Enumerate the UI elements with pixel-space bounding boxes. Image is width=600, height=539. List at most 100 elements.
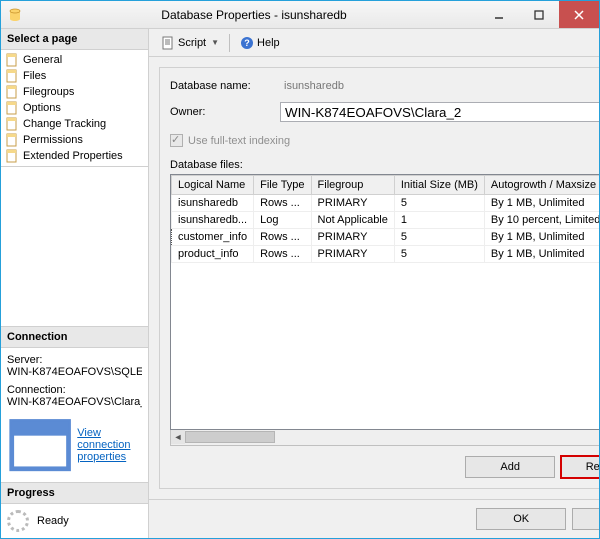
files-grid-wrap: Logical Name File Type Filegroup Initial… xyxy=(170,174,599,446)
sidebar-page-item[interactable]: Files xyxy=(1,68,148,84)
toolbar: Script ▼ ? Help xyxy=(149,29,599,57)
table-cell[interactable]: isunsharedb... xyxy=(172,212,254,229)
table-cell[interactable]: isunsharedb xyxy=(172,195,254,212)
scroll-thumb[interactable] xyxy=(185,431,275,443)
add-button[interactable]: Add xyxy=(465,456,555,478)
table-row[interactable]: isunsharedbRows ...PRIMARY5By 1 MB, Unli… xyxy=(172,195,600,212)
col-autogrowth[interactable]: Autogrowth / Maxsize xyxy=(484,176,599,195)
col-initial-size[interactable]: Initial Size (MB) xyxy=(394,176,484,195)
ok-button[interactable]: OK xyxy=(476,508,566,530)
table-row[interactable]: isunsharedb...LogNot Applicable1By 10 pe… xyxy=(172,212,600,229)
svg-text:?: ? xyxy=(244,38,250,48)
page-icon xyxy=(5,69,19,83)
fulltext-checkbox xyxy=(170,134,183,147)
table-row[interactable]: customer_infoRows ...PRIMARY5By 1 MB, Un… xyxy=(172,229,600,246)
col-file-type[interactable]: File Type xyxy=(254,176,311,195)
connection-value: WIN-K874EOAFOVS\Clara_2 xyxy=(7,396,142,408)
dialog-body: Select a page General Files Filegroups Opti… xyxy=(1,29,599,538)
content-area: Database name: isunsharedb Owner: ... Us… xyxy=(149,57,599,499)
table-cell[interactable]: PRIMARY xyxy=(311,246,394,263)
page-icon xyxy=(5,85,19,99)
table-cell[interactable]: PRIMARY xyxy=(311,229,394,246)
help-button[interactable]: ? Help xyxy=(236,34,284,52)
sidebar-page-item[interactable]: Change Tracking xyxy=(1,116,148,132)
titlebar[interactable]: Database Properties - isunsharedb xyxy=(1,1,599,29)
chevron-down-icon: ▼ xyxy=(211,38,219,47)
horizontal-scrollbar[interactable]: ◄ ► xyxy=(170,430,599,446)
script-button[interactable]: Script ▼ xyxy=(157,34,223,52)
table-cell[interactable]: Log xyxy=(254,212,311,229)
page-list: General Files Filegroups Options Change Trac… xyxy=(1,50,148,167)
sidebar-page-label: Permissions xyxy=(23,134,83,146)
page-icon xyxy=(5,149,19,163)
dialog-footer: OK Cancel xyxy=(149,499,599,538)
files-grid[interactable]: Logical Name File Type Filegroup Initial… xyxy=(170,174,599,430)
table-cell[interactable]: 5 xyxy=(394,195,484,212)
col-filegroup[interactable]: Filegroup xyxy=(311,176,394,195)
toolbar-separator xyxy=(229,34,230,52)
server-value: WIN-K874EOAFOVS\SQLEXPRE xyxy=(7,366,142,378)
sidebar-page-label: Extended Properties xyxy=(23,150,123,162)
sidebar-page-item[interactable]: Filegroups xyxy=(1,84,148,100)
select-page-header: Select a page xyxy=(1,29,148,50)
page-icon xyxy=(5,101,19,115)
server-label: Server: xyxy=(7,354,142,366)
page-icon xyxy=(5,117,19,131)
sidebar-page-label: Options xyxy=(23,102,61,114)
script-label: Script xyxy=(178,37,206,49)
table-row[interactable]: product_infoRows ...PRIMARY5By 1 MB, Unl… xyxy=(172,246,600,263)
col-logical-name[interactable]: Logical Name xyxy=(172,176,254,195)
table-cell[interactable]: 5 xyxy=(394,229,484,246)
table-cell[interactable]: customer_info xyxy=(172,229,254,246)
table-cell[interactable]: Rows ... xyxy=(254,229,311,246)
cancel-button[interactable]: Cancel xyxy=(572,508,599,530)
owner-input[interactable] xyxy=(280,102,599,122)
script-icon xyxy=(161,36,175,50)
app-icon xyxy=(7,7,23,23)
page-icon xyxy=(5,53,19,67)
db-name-value: isunsharedb xyxy=(280,78,599,94)
remove-button[interactable]: Remove xyxy=(561,456,599,478)
minimize-button[interactable] xyxy=(479,1,519,28)
sidebar: Select a page General Files Filegroups Opti… xyxy=(1,29,149,538)
table-cell[interactable]: By 1 MB, Unlimited xyxy=(484,195,599,212)
sidebar-page-item[interactable]: Extended Properties xyxy=(1,148,148,164)
properties-group: Database name: isunsharedb Owner: ... Us… xyxy=(159,67,599,489)
table-cell[interactable]: Not Applicable xyxy=(311,212,394,229)
scroll-left-arrow-icon[interactable]: ◄ xyxy=(171,430,185,444)
sidebar-page-item[interactable]: Permissions xyxy=(1,132,148,148)
sidebar-page-label: Change Tracking xyxy=(23,118,106,130)
table-cell[interactable]: product_info xyxy=(172,246,254,263)
close-button[interactable] xyxy=(559,1,599,28)
table-cell[interactable]: By 1 MB, Unlimited xyxy=(484,229,599,246)
view-connection-properties-link[interactable]: View connection properties xyxy=(77,427,142,463)
table-cell[interactable]: 5 xyxy=(394,246,484,263)
progress-spinner-icon xyxy=(7,510,29,532)
help-label: Help xyxy=(257,37,280,49)
table-cell[interactable]: Rows ... xyxy=(254,246,311,263)
properties-icon xyxy=(7,412,73,478)
owner-label: Owner: xyxy=(170,106,280,118)
sidebar-page-item[interactable]: General xyxy=(1,52,148,68)
progress-box: Ready xyxy=(1,504,148,538)
connection-label: Connection: xyxy=(7,384,142,396)
connection-info: Server: WIN-K874EOAFOVS\SQLEXPRE Connect… xyxy=(1,348,148,483)
files-label: Database files: xyxy=(170,159,599,171)
table-cell[interactable]: PRIMARY xyxy=(311,195,394,212)
dialog-window: Database Properties - isunsharedb Select… xyxy=(0,0,600,539)
connection-header: Connection xyxy=(1,327,148,348)
sidebar-page-label: Files xyxy=(23,70,46,82)
table-cell[interactable]: 1 xyxy=(394,212,484,229)
table-cell[interactable]: By 10 percent, Limited to 209... xyxy=(484,212,599,229)
sidebar-page-item[interactable]: Options xyxy=(1,100,148,116)
db-name-label: Database name: xyxy=(170,80,280,92)
main-panel: Script ▼ ? Help Database name: isunshare… xyxy=(149,29,599,538)
sidebar-page-label: Filegroups xyxy=(23,86,74,98)
page-icon xyxy=(5,133,19,147)
help-icon: ? xyxy=(240,36,254,50)
table-cell[interactable]: By 1 MB, Unlimited xyxy=(484,246,599,263)
sidebar-page-label: General xyxy=(23,54,62,66)
progress-status: Ready xyxy=(37,515,69,527)
maximize-button[interactable] xyxy=(519,1,559,28)
table-cell[interactable]: Rows ... xyxy=(254,195,311,212)
